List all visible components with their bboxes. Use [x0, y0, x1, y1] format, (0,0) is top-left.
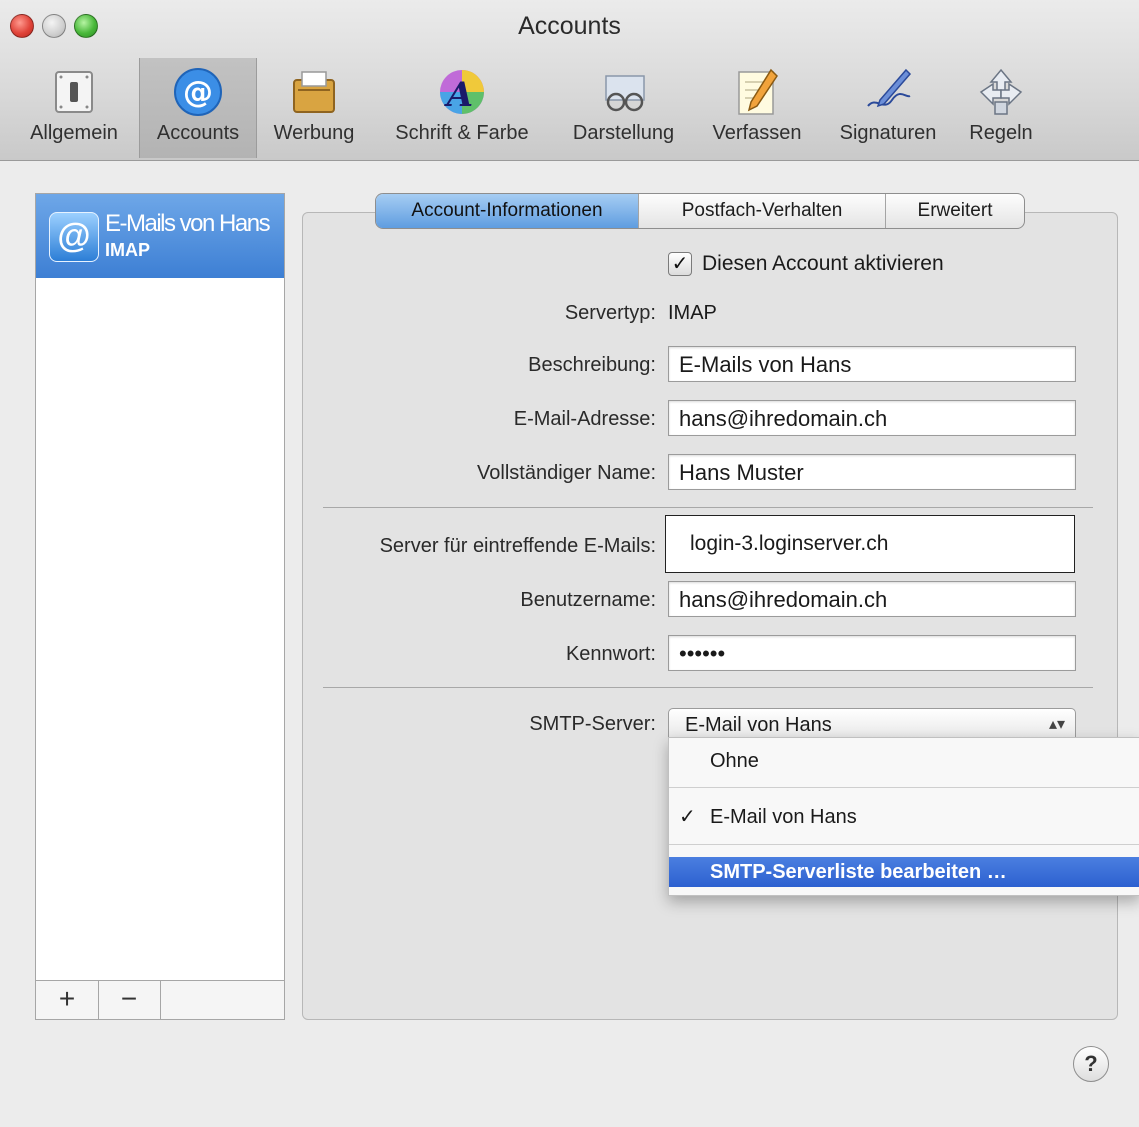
account-list: @ E-Mails von Hans IMAP + − — [35, 193, 285, 1020]
tab-postfach-verhalten[interactable]: Postfach-Verhalten — [639, 194, 886, 228]
toolbar-label: Darstellung — [572, 122, 675, 144]
beschreibung-label: Beschreibung: — [528, 354, 656, 376]
toolbar-signaturen[interactable]: Signaturen — [824, 58, 952, 158]
full-name-field[interactable]: Hans Muster — [668, 454, 1076, 490]
password-field[interactable]: •••••• — [668, 635, 1076, 671]
add-account-button[interactable]: + — [36, 981, 99, 1019]
smtp-server-label: SMTP-Server: — [529, 713, 656, 735]
toolbar-verfassen[interactable]: Verfassen — [700, 58, 814, 158]
toolbar-label: Werbung — [273, 122, 355, 144]
menu-separator — [669, 844, 1139, 845]
incoming-server-field[interactable]: login-3.loginserver.ch — [665, 515, 1075, 573]
svg-text:A: A — [444, 75, 473, 115]
email-field[interactable]: hans@ihredomain.ch — [668, 400, 1076, 436]
toolbar-allgemein[interactable]: Allgemein — [18, 58, 130, 158]
toolbar-accounts[interactable]: @ Accounts — [139, 58, 257, 158]
pen-signature-icon — [867, 68, 912, 108]
mailbox-icon — [293, 71, 335, 113]
servertyp-value: IMAP — [668, 302, 717, 324]
checkmark-icon: ✓ — [679, 806, 696, 828]
menu-item-ohne[interactable]: Ohne — [669, 746, 1139, 776]
toolbar-label: Allgemein — [30, 122, 118, 144]
smtp-server-selected: E-Mail von Hans — [685, 714, 832, 736]
menu-item-label: Ohne — [710, 750, 759, 772]
username-label: Benutzername: — [520, 589, 656, 611]
username-field[interactable]: hans@ihredomain.ch — [668, 581, 1076, 617]
at-sign-icon: @ — [174, 68, 222, 116]
glasses-icon — [604, 75, 645, 112]
divider — [323, 507, 1093, 508]
toolbar-label: Verfassen — [712, 122, 802, 144]
toolbar-schrift-farbe[interactable]: A Schrift & Farbe — [378, 58, 546, 158]
svg-text:@: @ — [183, 75, 213, 110]
menu-item-email-von-hans[interactable]: ✓ E-Mail von Hans — [669, 802, 1139, 832]
servertyp-label: Servertyp: — [564, 302, 656, 324]
toolbar-label: Accounts — [156, 122, 240, 144]
incoming-server-label: Server für eintreffende E-Mails: — [379, 535, 656, 557]
toolbar-werbung[interactable]: Werbung — [262, 58, 366, 158]
account-name: E-Mails von Hans — [105, 210, 271, 237]
pencil-paper-icon — [738, 68, 778, 115]
account-list-footer: + − — [36, 980, 284, 1019]
divider — [323, 687, 1093, 688]
rules-arrows-icon — [979, 68, 1023, 115]
window-titlebar: Accounts Allgemein @ Accounts Werbung A … — [0, 0, 1139, 161]
beschreibung-field[interactable]: E-Mails von Hans — [668, 346, 1076, 382]
checkmark-icon: ✓ — [668, 252, 692, 276]
activate-account-checkbox[interactable]: ✓ Diesen Account aktivieren — [668, 252, 944, 276]
account-list-item[interactable]: @ E-Mails von Hans IMAP — [36, 194, 284, 278]
remove-account-button[interactable]: − — [98, 981, 161, 1019]
tab-account-informationen[interactable]: Account-Informationen — [376, 194, 639, 228]
menu-item-label: SMTP-Serverliste bearbeiten … — [710, 861, 1007, 883]
switch-icon — [55, 71, 93, 113]
menu-separator — [669, 787, 1139, 788]
password-label: Kennwort: — [565, 643, 656, 665]
smtp-server-menu: Ohne ✓ E-Mail von Hans SMTP-Serverliste … — [668, 737, 1139, 896]
tab-erweitert[interactable]: Erweitert — [886, 194, 1024, 228]
menu-item-label: E-Mail von Hans — [710, 806, 857, 828]
help-button[interactable]: ? — [1073, 1046, 1109, 1082]
settings-tabs: Account-Informationen Postfach-Verhalten… — [375, 193, 1025, 229]
account-type: IMAP — [105, 240, 150, 260]
toolbar-darstellung[interactable]: Darstellung — [556, 58, 691, 158]
toolbar-label: Signaturen — [839, 122, 937, 144]
toolbar-label: Schrift & Farbe — [395, 122, 529, 144]
window-title: Accounts — [518, 12, 621, 40]
menu-item-edit-smtp-list[interactable]: SMTP-Serverliste bearbeiten … — [669, 857, 1139, 887]
full-name-label: Vollständiger Name: — [477, 462, 656, 484]
activate-account-label: Diesen Account aktivieren — [702, 252, 944, 275]
font-color-icon: A — [440, 70, 484, 115]
toolbar-regeln[interactable]: Regeln — [958, 58, 1044, 158]
toolbar-label: Regeln — [969, 122, 1033, 144]
at-sign-icon: @ — [49, 212, 99, 262]
email-label: E-Mail-Adresse: — [513, 408, 656, 430]
